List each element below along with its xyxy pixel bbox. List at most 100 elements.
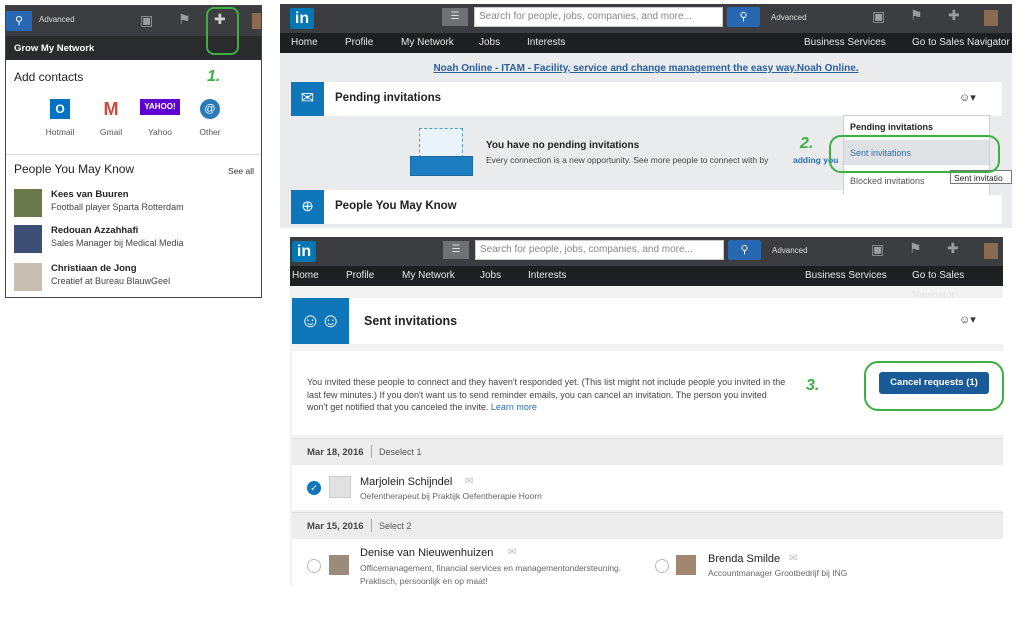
pymk-card: ⊕ People You May Know bbox=[291, 190, 843, 224]
messages-icon[interactable]: ▣ bbox=[140, 12, 153, 29]
provider-gmail[interactable]: M Gmail bbox=[91, 99, 131, 137]
search-category-icon[interactable]: ☰ bbox=[443, 241, 469, 259]
nav-my-network[interactable]: My Network bbox=[401, 33, 454, 53]
gmail-icon: M bbox=[103, 99, 119, 119]
see-all-link[interactable]: See all bbox=[228, 166, 254, 176]
top-bar: in ☰ Search for people, jobs, companies,… bbox=[290, 237, 1003, 266]
people-dropdown-icon[interactable]: ☺▾ bbox=[959, 91, 976, 104]
flag-icon[interactable]: ⚑ bbox=[909, 240, 922, 257]
provider-yahoo[interactable]: YAHOO! Yahoo bbox=[138, 99, 182, 137]
no-pending-title: You have no pending invitations bbox=[486, 140, 640, 151]
nav-jobs[interactable]: Jobs bbox=[480, 266, 501, 286]
person-name: Christiaan de Jong bbox=[51, 263, 137, 274]
nav-business-services[interactable]: Business Services bbox=[804, 33, 886, 53]
list-item[interactable]: Brenda Smilde ✉ Accountmanager Grootbedr… bbox=[642, 539, 1002, 587]
search-input[interactable]: Search for people, jobs, companies, and … bbox=[475, 240, 724, 260]
group-date: Mar 18, 2016 bbox=[307, 447, 364, 458]
no-pending-subtitle: Every connection is a new opportunity. S… bbox=[486, 155, 769, 165]
search-category-icon[interactable]: ☰ bbox=[442, 8, 468, 26]
avatar bbox=[14, 263, 42, 291]
nav-jobs[interactable]: Jobs bbox=[479, 33, 500, 53]
avatar[interactable] bbox=[252, 13, 261, 29]
avatar bbox=[676, 555, 696, 575]
add-contacts-title: Add contacts bbox=[14, 70, 84, 84]
group-separator bbox=[371, 519, 372, 532]
flag-icon[interactable]: ⚑ bbox=[178, 11, 191, 28]
panel-sent-invitations: in ☰ Search for people, jobs, companies,… bbox=[290, 237, 1003, 587]
highlight-cancel-requests bbox=[864, 361, 1004, 411]
pymk-title: People You May Know bbox=[14, 162, 135, 176]
messages-icon[interactable]: ▣ bbox=[871, 241, 884, 258]
avatar[interactable] bbox=[984, 243, 998, 259]
search-input[interactable]: Search for people, jobs, companies, and … bbox=[474, 7, 723, 27]
people-dropdown-icon[interactable]: ☺▾ bbox=[959, 313, 976, 326]
invitee-name[interactable]: Denise van Nieuwenhuizen bbox=[360, 547, 493, 559]
nav-business-services[interactable]: Business Services bbox=[805, 266, 887, 286]
divider bbox=[6, 154, 261, 155]
step-label: 3. bbox=[806, 377, 820, 394]
mail-icon: ✉ bbox=[789, 553, 798, 564]
list-item[interactable]: Christiaan de Jong Creatief at Bureau Bl… bbox=[14, 262, 254, 292]
highlight-sent-invitations bbox=[829, 135, 1000, 173]
pymk-card-right bbox=[843, 195, 1002, 224]
nav-my-network[interactable]: My Network bbox=[402, 266, 455, 286]
info-paragraph: You invited these people to connect and … bbox=[307, 377, 786, 412]
unselected-checkbox[interactable] bbox=[307, 559, 321, 573]
nav-interests[interactable]: Interests bbox=[527, 33, 565, 53]
list-item[interactable]: Denise van Nieuwenhuizen ✉ Officemanagem… bbox=[292, 539, 642, 587]
ad-banner[interactable]: Noah Online - ITAM - Facility, service a… bbox=[280, 63, 1012, 74]
menu-item-blocked[interactable]: Blocked invitations bbox=[850, 176, 925, 186]
list-item[interactable]: Redouan Azzahhafi Sales Manager bij Medi… bbox=[14, 224, 254, 254]
invitee-name[interactable]: Brenda Smilde bbox=[708, 553, 780, 565]
advanced-link[interactable]: Advanced bbox=[772, 246, 808, 255]
envelope-icon: ✉ bbox=[291, 82, 324, 116]
mail-icon: ✉ bbox=[508, 547, 517, 558]
provider-other[interactable]: @ Other bbox=[190, 99, 230, 137]
highlight-add-connection bbox=[206, 7, 239, 55]
yahoo-icon: YAHOO! bbox=[140, 99, 180, 115]
table-row: Denise van Nieuwenhuizen ✉ Officemanagem… bbox=[292, 539, 1003, 587]
add-connection-icon[interactable]: ✚ bbox=[947, 240, 959, 257]
avatar bbox=[14, 189, 42, 217]
group-separator bbox=[371, 445, 372, 458]
search-button[interactable]: ⚲ bbox=[728, 240, 761, 260]
main-nav: Home Profile My Network Jobs Interests B… bbox=[280, 33, 1012, 53]
avatar[interactable] bbox=[984, 10, 998, 26]
provider-label: Gmail bbox=[99, 127, 123, 137]
advanced-link[interactable]: Advanced bbox=[771, 13, 807, 22]
invitee-name[interactable]: Marjolein Schijndel bbox=[360, 476, 452, 488]
menu-item-pending[interactable]: Pending invitations bbox=[850, 122, 933, 132]
advanced-link[interactable]: Advanced bbox=[39, 15, 75, 24]
panel-pending-invitations: in ☰ Search for people, jobs, companies,… bbox=[280, 4, 1012, 228]
search-icon: ⚲ bbox=[740, 244, 749, 256]
search-button[interactable]: ⚲ bbox=[6, 11, 32, 31]
deselect-link[interactable]: Deselect 1 bbox=[379, 447, 422, 457]
unselected-checkbox[interactable] bbox=[655, 559, 669, 573]
add-connection-icon[interactable]: ✚ bbox=[948, 7, 960, 24]
flag-icon[interactable]: ⚑ bbox=[910, 7, 923, 24]
nav-profile[interactable]: Profile bbox=[346, 266, 374, 286]
linkedin-logo[interactable]: in bbox=[290, 8, 314, 29]
provider-hotmail[interactable]: O Hotmail bbox=[40, 99, 80, 137]
linkedin-logo[interactable]: in bbox=[292, 241, 316, 262]
search-icon: ⚲ bbox=[739, 11, 748, 23]
nav-profile[interactable]: Profile bbox=[345, 33, 373, 53]
table-row[interactable]: ✓ Marjolein Schijndel ✉ Oefentherapeut b… bbox=[292, 465, 1003, 510]
messages-icon[interactable]: ▣ bbox=[872, 8, 885, 25]
search-button[interactable]: ⚲ bbox=[727, 7, 760, 27]
avatar bbox=[14, 225, 42, 253]
top-bar: in ☰ Search for people, jobs, companies,… bbox=[280, 4, 1012, 33]
nav-interests[interactable]: Interests bbox=[528, 266, 566, 286]
selected-checkbox[interactable]: ✓ bbox=[307, 481, 321, 495]
at-icon: @ bbox=[200, 99, 220, 119]
learn-more-link[interactable]: Learn more bbox=[491, 402, 537, 412]
list-item[interactable]: Kees van Buuren Football player Sparta R… bbox=[14, 188, 254, 218]
pending-title: Pending invitations bbox=[335, 92, 442, 104]
nav-home[interactable]: Home bbox=[292, 266, 319, 286]
nav-sales-navigator[interactable]: Go to Sales Navigator bbox=[912, 33, 1010, 53]
nav-home[interactable]: Home bbox=[291, 33, 318, 53]
pymk-title: People You May Know bbox=[335, 200, 457, 212]
provider-label: Other bbox=[199, 127, 221, 137]
people-icon: ☺☺ bbox=[292, 298, 349, 344]
select-link[interactable]: Select 2 bbox=[379, 521, 412, 531]
